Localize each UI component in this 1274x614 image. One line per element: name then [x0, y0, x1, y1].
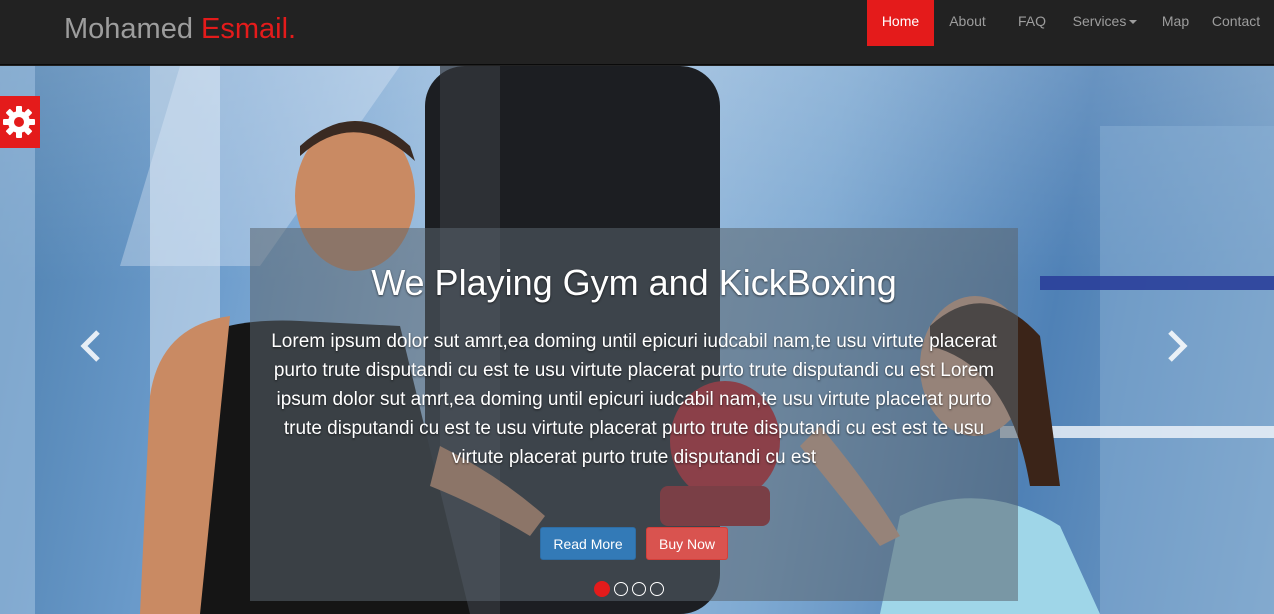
carousel-next-button[interactable]: [1156, 326, 1196, 366]
brand-logo[interactable]: Mohamed Esmail.: [64, 13, 296, 46]
nav-faq[interactable]: FAQ: [1001, 0, 1063, 46]
nav-map[interactable]: Map: [1147, 0, 1204, 46]
main-nav: Home About FAQ Services Map Contact: [867, 0, 1274, 46]
chevron-right-icon: [1168, 330, 1188, 362]
carousel-indicators: [594, 581, 664, 597]
hero-text: Lorem ipsum dolor sut amrt,ea doming unt…: [271, 331, 997, 468]
nav-about[interactable]: About: [934, 0, 1001, 46]
settings-toggle-button[interactable]: [0, 96, 40, 148]
carousel-prev-button[interactable]: [72, 326, 112, 366]
gear-icon: [3, 106, 35, 138]
brand-accent: Esmail.: [201, 13, 297, 45]
hero-title: We Playing Gym and KickBoxing: [371, 262, 897, 303]
nav-services-dropdown[interactable]: Services: [1063, 0, 1147, 46]
brand-name: Mohamed: [64, 13, 193, 45]
hero-carousel: We Playing Gym and KickBoxing Lorem ipsu…: [0, 66, 1274, 614]
caret-down-icon: [1129, 20, 1138, 25]
hero-caption-panel: We Playing Gym and KickBoxing Lorem ipsu…: [250, 228, 1018, 601]
nav-contact[interactable]: Contact: [1204, 0, 1274, 46]
carousel-indicator-3[interactable]: [632, 582, 646, 596]
buy-now-button[interactable]: Buy Now: [646, 527, 728, 560]
chevron-left-icon: [80, 330, 100, 362]
read-more-button[interactable]: Read More: [540, 527, 636, 560]
nav-services-label: Services: [1072, 13, 1127, 29]
navbar: Mohamed Esmail. Home About FAQ Services …: [0, 0, 1274, 65]
nav-home[interactable]: Home: [867, 0, 934, 46]
carousel-indicator-4[interactable]: [650, 582, 664, 596]
carousel-indicator-2[interactable]: [614, 582, 628, 596]
carousel-indicator-1[interactable]: [594, 581, 610, 597]
